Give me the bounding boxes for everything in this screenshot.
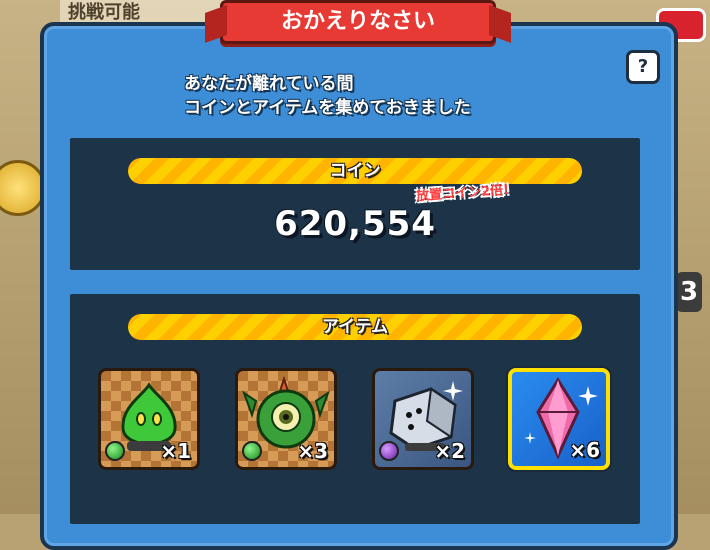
item-section: アイテム ×1 ×3 ×2 ×6 — [70, 294, 640, 524]
element-orb-icon — [105, 441, 125, 461]
item-section-header: アイテム — [128, 314, 582, 340]
dialog-message: あなたが離れている間 コインとアイテムを集めておきました — [184, 72, 471, 120]
item-slot-pink-gem[interactable]: ×6 — [508, 368, 610, 470]
item-list: ×1 ×3 ×2 ×6 — [98, 366, 618, 476]
element-orb-icon — [379, 441, 399, 461]
item-slot-silver-golem[interactable]: ×2 — [372, 368, 474, 470]
message-line-1: あなたが離れている間 — [184, 74, 354, 94]
item-quantity: ×6 — [569, 438, 600, 462]
message-line-2: コインとアイテムを集めておきました — [184, 98, 471, 118]
coin-section: コイン 放置コイン2倍! 620,554 — [70, 138, 640, 270]
coin-section-header: コイン — [128, 158, 582, 184]
element-orb-icon — [242, 441, 262, 461]
dialog-title: おかえりなさい — [220, 0, 496, 44]
background-side-number: 3 — [676, 272, 702, 312]
item-slot-green-slime[interactable]: ×1 — [98, 368, 200, 470]
item-quantity: ×1 — [160, 439, 191, 463]
coin-amount: 620,554 — [274, 204, 436, 244]
help-button[interactable]: ? — [626, 50, 660, 84]
item-quantity: ×3 — [297, 439, 328, 463]
item-quantity: ×2 — [434, 439, 465, 463]
item-slot-green-cyclops[interactable]: ×3 — [235, 368, 337, 470]
